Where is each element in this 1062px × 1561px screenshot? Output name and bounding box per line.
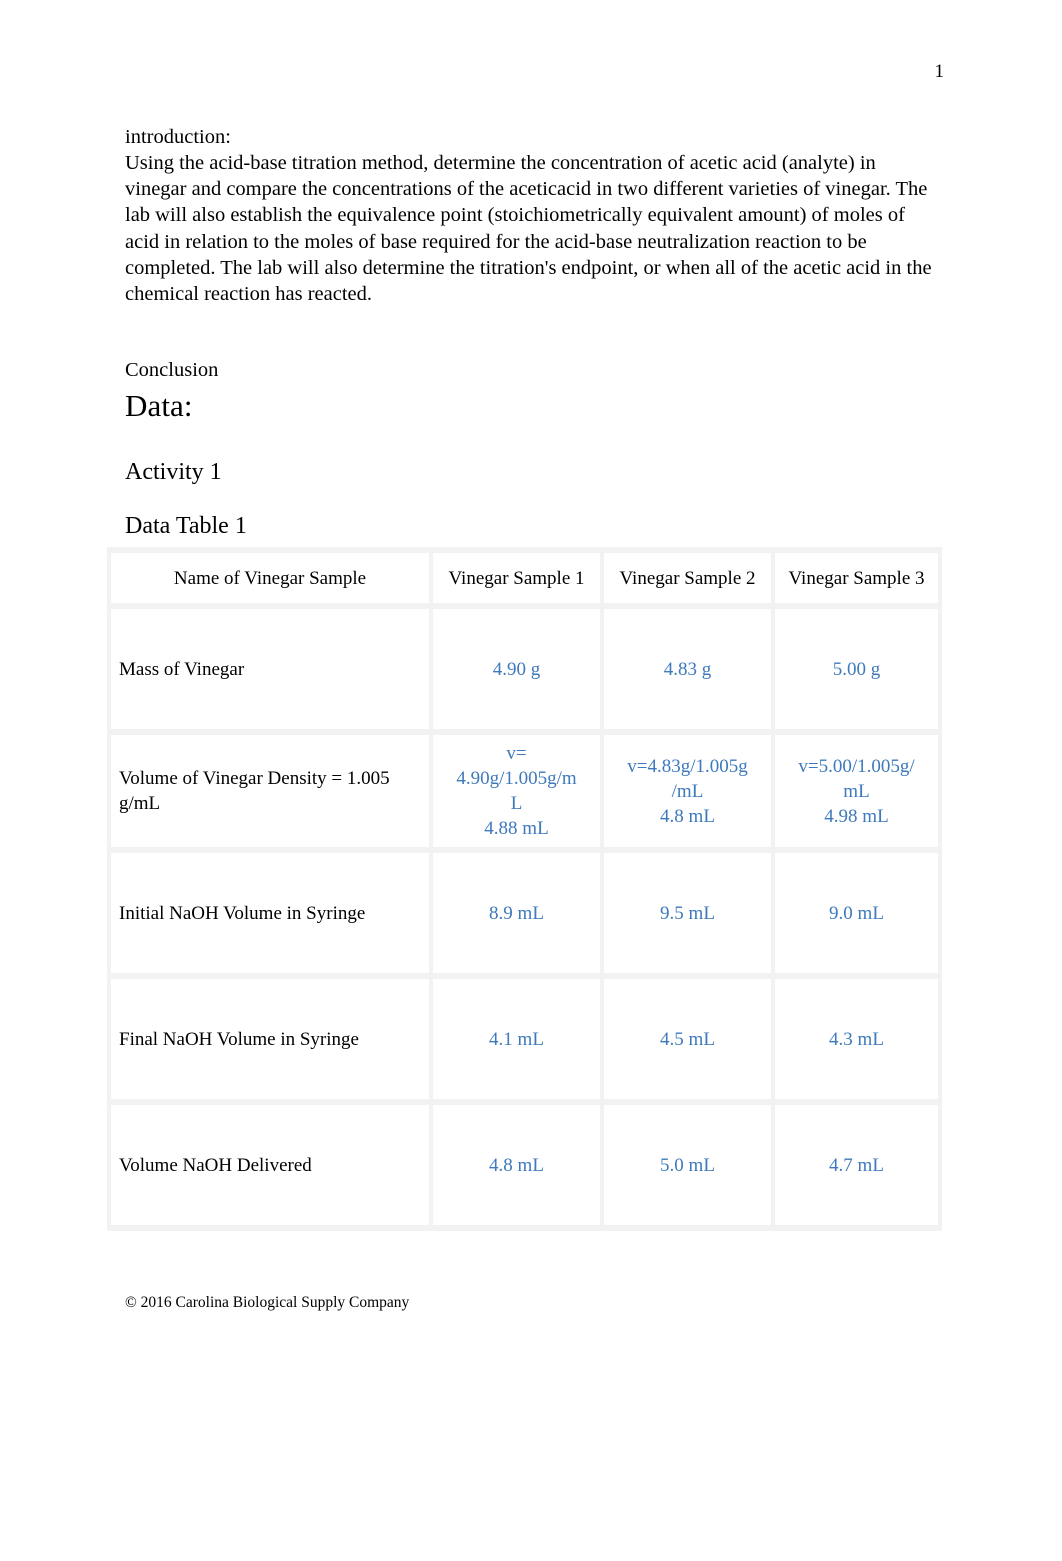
cell-sample-2: 9.5 mL: [604, 853, 771, 973]
document-page: 1 introduction: Using the acid-base titr…: [0, 0, 1062, 1561]
table-row: Mass of Vinegar 4.90 g 4.83 g 5.00 g: [111, 609, 938, 729]
conclusion-heading: Conclusion: [125, 359, 219, 382]
data-heading: Data:: [125, 388, 193, 424]
cell-value-line: 8.9 mL: [489, 902, 544, 924]
cell-sample-1: v= 4.90g/1.005g/m L 4.88 mL: [433, 735, 600, 847]
cell-sample-2: v=4.83g/1.005g/mL 4.8 mL: [604, 735, 771, 847]
cell-sample-2: 4.83 g: [604, 609, 771, 729]
cell-sample-3: 4.3 mL: [775, 979, 938, 1099]
cell-sample-3: 5.00 g: [775, 609, 938, 729]
page-number: 1: [934, 61, 945, 82]
cell-value-line: 4.90 g: [492, 658, 541, 680]
cell-value-line: 4.90g/1.005g/m: [456, 768, 577, 789]
cell-value-line: L: [510, 793, 523, 814]
cell-value-line: 4.7 mL: [829, 1154, 884, 1176]
cell-value-line: 4.3 mL: [829, 1028, 884, 1050]
table-header-row: Name of Vinegar Sample Vinegar Sample 1 …: [111, 553, 938, 603]
cell-value-line: 4.83 g: [663, 658, 712, 680]
cell-value-line: v=: [506, 743, 527, 764]
introduction-paragraph: Using the acid-base titration method, de…: [125, 152, 932, 306]
cell-value-line: 5.00 g: [832, 658, 881, 680]
table-row: Initial NaOH Volume in Syringe 8.9 mL 9.…: [111, 853, 938, 973]
cell-sample-3: v=5.00/1.005g/mL 4.98 mL: [775, 735, 938, 847]
data-table-heading: Data Table 1: [125, 513, 247, 540]
cell-sample-1: 4.90 g: [433, 609, 600, 729]
cell-value-line: /mL: [671, 780, 704, 802]
column-header-sample-3: Vinegar Sample 3: [775, 553, 938, 603]
cell-value-line: 9.0 mL: [829, 902, 884, 924]
table-row: Volume of Vinegar Density = 1.005 g/mL v…: [111, 735, 938, 847]
cell-sample-3: 9.0 mL: [775, 853, 938, 973]
cell-sample-1: 8.9 mL: [433, 853, 600, 973]
activity-heading: Activity 1: [125, 459, 222, 486]
row-label: Initial NaOH Volume in Syringe: [111, 853, 429, 973]
document-body: introduction: Using the acid-base titrat…: [125, 124, 937, 586]
cell-value-line: v=4.83g/1.005g: [627, 755, 748, 777]
row-label: Volume of Vinegar Density = 1.005 g/mL: [111, 735, 429, 847]
cell-value-line: 4.1 mL: [489, 1028, 544, 1050]
cell-value-line: 9.5 mL: [660, 902, 715, 924]
cell-value-line: 4.8 mL: [660, 805, 715, 827]
cell-value-line: mL: [843, 780, 870, 802]
column-header-name: Name of Vinegar Sample: [111, 553, 429, 603]
data-table-container: Name of Vinegar Sample Vinegar Sample 1 …: [107, 547, 942, 1231]
cell-sample-3: 4.7 mL: [775, 1105, 938, 1225]
data-table-body: Name of Vinegar Sample Vinegar Sample 1 …: [111, 553, 938, 1225]
page-footer: © 2016 Carolina Biological Supply Compan…: [125, 1294, 410, 1311]
cell-value-line: v=5.00/1.005g/: [798, 755, 915, 777]
introduction-label: introduction:: [125, 126, 231, 148]
cell-sample-1: 4.8 mL: [433, 1105, 600, 1225]
data-table: Name of Vinegar Sample Vinegar Sample 1 …: [107, 547, 942, 1231]
table-row: Final NaOH Volume in Syringe 4.1 mL 4.5 …: [111, 979, 938, 1099]
cell-sample-2: 4.5 mL: [604, 979, 771, 1099]
cell-value-line: 4.5 mL: [660, 1028, 715, 1050]
column-header-sample-2: Vinegar Sample 2: [604, 553, 771, 603]
row-label: Volume NaOH Delivered: [111, 1105, 429, 1225]
cell-value-line: 4.8 mL: [489, 1154, 544, 1176]
cell-sample-1: 4.1 mL: [433, 979, 600, 1099]
cell-value-line: 5.0 mL: [660, 1154, 715, 1176]
row-label: Mass of Vinegar: [111, 609, 429, 729]
cell-sample-2: 5.0 mL: [604, 1105, 771, 1225]
table-row: Volume NaOH Delivered 4.8 mL 5.0 mL 4.7 …: [111, 1105, 938, 1225]
row-label: Final NaOH Volume in Syringe: [111, 979, 429, 1099]
cell-value-line: 4.98 mL: [824, 805, 889, 827]
column-header-sample-1: Vinegar Sample 1: [433, 553, 600, 603]
cell-value-line: 4.88 mL: [484, 818, 549, 839]
